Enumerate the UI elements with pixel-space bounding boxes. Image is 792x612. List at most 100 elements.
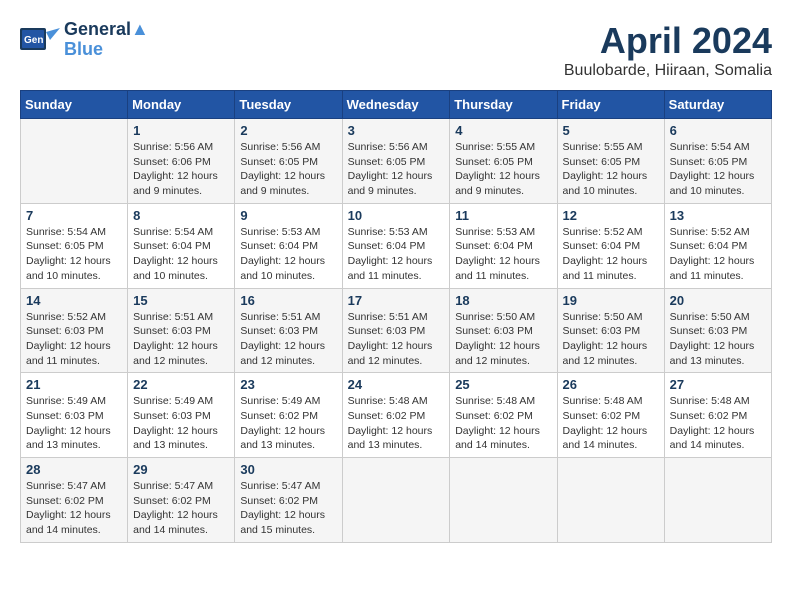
column-header-friday: Friday: [557, 91, 664, 119]
day-number: 14: [26, 293, 122, 308]
calendar-cell: 1 Sunrise: 5:56 AMSunset: 6:06 PMDaylight…: [128, 119, 235, 204]
calendar-cell: 21 Sunrise: 5:49 AMSunset: 6:03 PMDayligh…: [21, 373, 128, 458]
calendar-cell: [21, 119, 128, 204]
day-info: Sunrise: 5:49 AMSunset: 6:03 PMDaylight:…: [133, 394, 229, 453]
day-info: Sunrise: 5:47 AMSunset: 6:02 PMDaylight:…: [240, 479, 336, 538]
calendar-cell: 7 Sunrise: 5:54 AMSunset: 6:05 PMDaylight…: [21, 203, 128, 288]
day-number: 6: [670, 123, 766, 138]
calendar-cell: 12Sunrise: 5:52 AMSunset: 6:04 PMDayligh…: [557, 203, 664, 288]
day-info: Sunrise: 5:52 AMSunset: 6:03 PMDaylight:…: [26, 310, 122, 369]
calendar-week-row: 14 Sunrise: 5:52 AMSunset: 6:03 PMDayligh…: [21, 288, 772, 373]
day-info: Sunrise: 5:54 AMSunset: 6:04 PMDaylight:…: [133, 225, 229, 284]
day-info: Sunrise: 5:55 AMSunset: 6:05 PMDaylight:…: [563, 140, 659, 199]
calendar-cell: 10 Sunrise: 5:53 AMSunset: 6:04 PMDayligh…: [342, 203, 450, 288]
calendar-week-row: 28Sunrise: 5:47 AMSunset: 6:02 PMDayligh…: [21, 458, 772, 543]
day-info: Sunrise: 5:48 AMSunset: 6:02 PMDaylight:…: [670, 394, 766, 453]
day-number: 1: [133, 123, 229, 138]
day-info: Sunrise: 5:56 AMSunset: 6:05 PMDaylight:…: [348, 140, 445, 199]
day-info: Sunrise: 5:54 AMSunset: 6:05 PMDaylight:…: [26, 225, 122, 284]
calendar-cell: 4 Sunrise: 5:55 AMSunset: 6:05 PMDaylight…: [450, 119, 557, 204]
day-info: Sunrise: 5:54 AMSunset: 6:05 PMDaylight:…: [670, 140, 766, 199]
column-header-wednesday: Wednesday: [342, 91, 450, 119]
day-info: Sunrise: 5:48 AMSunset: 6:02 PMDaylight:…: [348, 394, 445, 453]
day-number: 19: [563, 293, 659, 308]
day-number: 26: [563, 377, 659, 392]
day-info: Sunrise: 5:47 AMSunset: 6:02 PMDaylight:…: [26, 479, 122, 538]
day-info: Sunrise: 5:53 AMSunset: 6:04 PMDaylight:…: [240, 225, 336, 284]
day-number: 2: [240, 123, 336, 138]
column-header-saturday: Saturday: [664, 91, 771, 119]
column-header-monday: Monday: [128, 91, 235, 119]
calendar-cell: 20 Sunrise: 5:50 AMSunset: 6:03 PMDayligh…: [664, 288, 771, 373]
column-header-thursday: Thursday: [450, 91, 557, 119]
calendar-cell: 26 Sunrise: 5:48 AMSunset: 6:02 PMDayligh…: [557, 373, 664, 458]
location: Buulobarde, Hiiraan, Somalia: [564, 62, 772, 80]
day-number: 10: [348, 208, 445, 223]
day-number: 5: [563, 123, 659, 138]
calendar-cell: 11 Sunrise: 5:53 AMSunset: 6:04 PMDayligh…: [450, 203, 557, 288]
day-number: 4: [455, 123, 551, 138]
calendar-cell: 22 Sunrise: 5:49 AMSunset: 6:03 PMDayligh…: [128, 373, 235, 458]
logo-text: General▲: [64, 20, 149, 40]
calendar-cell: 25Sunrise: 5:48 AMSunset: 6:02 PMDayligh…: [450, 373, 557, 458]
day-info: Sunrise: 5:50 AMSunset: 6:03 PMDaylight:…: [670, 310, 766, 369]
day-number: 11: [455, 208, 551, 223]
calendar-week-row: 1 Sunrise: 5:56 AMSunset: 6:06 PMDaylight…: [21, 119, 772, 204]
day-info: Sunrise: 5:56 AMSunset: 6:05 PMDaylight:…: [240, 140, 336, 199]
calendar-cell: 2 Sunrise: 5:56 AMSunset: 6:05 PMDaylight…: [235, 119, 342, 204]
calendar-cell: 29 Sunrise: 5:47 AMSunset: 6:02 PMDayligh…: [128, 458, 235, 543]
svg-text:Gen: Gen: [24, 35, 43, 46]
day-info: Sunrise: 5:48 AMSunset: 6:02 PMDaylight:…: [563, 394, 659, 453]
calendar-cell: 17 Sunrise: 5:51 AMSunset: 6:03 PMDayligh…: [342, 288, 450, 373]
day-number: 24: [348, 377, 445, 392]
calendar-cell: [450, 458, 557, 543]
logo-subtext: Blue: [64, 40, 149, 60]
day-number: 7: [26, 208, 122, 223]
day-number: 8: [133, 208, 229, 223]
day-info: Sunrise: 5:53 AMSunset: 6:04 PMDaylight:…: [348, 225, 445, 284]
calendar-week-row: 7 Sunrise: 5:54 AMSunset: 6:05 PMDaylight…: [21, 203, 772, 288]
day-info: Sunrise: 5:49 AMSunset: 6:03 PMDaylight:…: [26, 394, 122, 453]
day-info: Sunrise: 5:55 AMSunset: 6:05 PMDaylight:…: [455, 140, 551, 199]
day-info: Sunrise: 5:51 AMSunset: 6:03 PMDaylight:…: [348, 310, 445, 369]
calendar-cell: 24 Sunrise: 5:48 AMSunset: 6:02 PMDayligh…: [342, 373, 450, 458]
day-number: 22: [133, 377, 229, 392]
day-number: 17: [348, 293, 445, 308]
day-info: Sunrise: 5:50 AMSunset: 6:03 PMDaylight:…: [455, 310, 551, 369]
calendar-cell: 16 Sunrise: 5:51 AMSunset: 6:03 PMDayligh…: [235, 288, 342, 373]
calendar-cell: 8 Sunrise: 5:54 AMSunset: 6:04 PMDaylight…: [128, 203, 235, 288]
day-number: 3: [348, 123, 445, 138]
day-info: Sunrise: 5:48 AMSunset: 6:02 PMDaylight:…: [455, 394, 551, 453]
calendar-cell: 9Sunrise: 5:53 AMSunset: 6:04 PMDaylight…: [235, 203, 342, 288]
calendar-cell: 18 Sunrise: 5:50 AMSunset: 6:03 PMDayligh…: [450, 288, 557, 373]
logo: Gen General▲ Blue: [20, 20, 149, 60]
calendar-cell: 3 Sunrise: 5:56 AMSunset: 6:05 PMDaylight…: [342, 119, 450, 204]
calendar-cell: 5 Sunrise: 5:55 AMSunset: 6:05 PMDaylight…: [557, 119, 664, 204]
day-number: 27: [670, 377, 766, 392]
day-number: 15: [133, 293, 229, 308]
calendar-cell: 15Sunrise: 5:51 AMSunset: 6:03 PMDayligh…: [128, 288, 235, 373]
calendar-cell: [342, 458, 450, 543]
day-number: 29: [133, 462, 229, 477]
day-info: Sunrise: 5:49 AMSunset: 6:02 PMDaylight:…: [240, 394, 336, 453]
day-number: 12: [563, 208, 659, 223]
day-number: 21: [26, 377, 122, 392]
calendar-cell: 27 Sunrise: 5:48 AMSunset: 6:02 PMDayligh…: [664, 373, 771, 458]
calendar-cell: 14 Sunrise: 5:52 AMSunset: 6:03 PMDayligh…: [21, 288, 128, 373]
day-info: Sunrise: 5:51 AMSunset: 6:03 PMDaylight:…: [240, 310, 336, 369]
calendar-week-row: 21 Sunrise: 5:49 AMSunset: 6:03 PMDayligh…: [21, 373, 772, 458]
month-title: April 2024: [564, 20, 772, 62]
logo-icon: Gen: [20, 20, 60, 60]
calendar-cell: [664, 458, 771, 543]
day-info: Sunrise: 5:56 AMSunset: 6:06 PMDaylight:…: [133, 140, 229, 199]
day-number: 20: [670, 293, 766, 308]
day-number: 18: [455, 293, 551, 308]
column-header-sunday: Sunday: [21, 91, 128, 119]
day-number: 23: [240, 377, 336, 392]
calendar-cell: 13Sunrise: 5:52 AMSunset: 6:04 PMDayligh…: [664, 203, 771, 288]
calendar-table: SundayMondayTuesdayWednesdayThursdayFrid…: [20, 90, 772, 543]
day-info: Sunrise: 5:53 AMSunset: 6:04 PMDaylight:…: [455, 225, 551, 284]
day-info: Sunrise: 5:47 AMSunset: 6:02 PMDaylight:…: [133, 479, 229, 538]
calendar-cell: [557, 458, 664, 543]
day-number: 16: [240, 293, 336, 308]
